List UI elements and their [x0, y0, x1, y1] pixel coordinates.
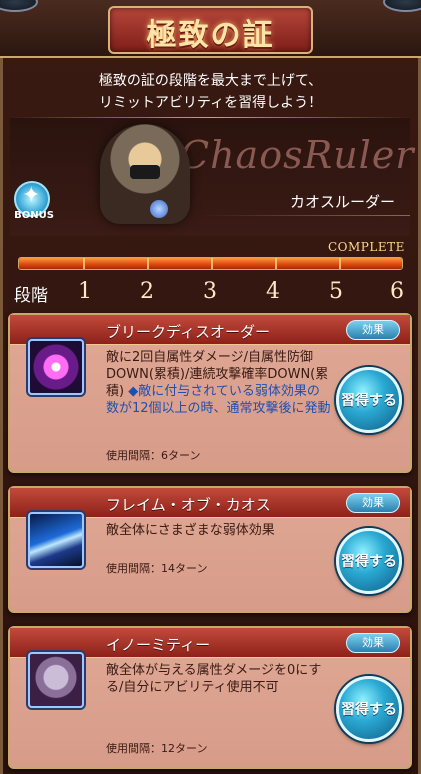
page-title: 極致の証	[146, 18, 275, 53]
breach-icon[interactable]	[28, 339, 84, 395]
ability-description-text: 敵全体が与える属性ダメージを0にする/自分にアビリティ使用不可	[106, 663, 322, 695]
bonus-star-icon: ✦	[22, 183, 41, 208]
hero-script-name: ChaosRuler	[180, 133, 415, 177]
intro-line-1: 極致の証の段階を最大まで上げて、	[98, 73, 323, 89]
intro-text: 極致の証の段階を最大まで上げて、 リミットアビリティを習得しよう！	[0, 70, 421, 114]
effect-button[interactable]: 効果	[346, 633, 400, 653]
ornament-left-icon	[0, 0, 38, 12]
name-divider	[200, 215, 410, 216]
character-orb-icon	[150, 200, 168, 218]
stage-number: 6	[390, 279, 404, 304]
stage-number: 4	[266, 279, 280, 304]
ability-cooldown: 使用間隔：14ターン	[106, 562, 208, 575]
character-mask-icon	[130, 165, 160, 179]
ability-name: フレイム・オブ・カオス	[106, 496, 271, 514]
effect-button[interactable]: 効果	[346, 493, 400, 513]
learn-button[interactable]: 習得する	[336, 676, 402, 742]
intro-line-2: リミットアビリティを習得しよう！	[98, 95, 323, 111]
stage-number: 2	[140, 279, 154, 304]
ability-description: 敵全体にさまざまな弱体効果	[106, 522, 332, 539]
complete-label: COMPLETE	[328, 240, 405, 254]
learn-button[interactable]: 習得する	[336, 367, 402, 433]
progress-tick	[275, 258, 277, 269]
ability-condition-text: ◆敵に付与されている弱体効果の数が12個以上の時、通常攻撃後に発動	[106, 384, 331, 416]
ability-description: 敵に2回自属性ダメージ/自属性防御DOWN(累積)/連続攻撃確率DOWN(累積)…	[106, 349, 332, 417]
progress-tick	[83, 258, 85, 269]
progress-tick	[211, 258, 213, 269]
skull-icon[interactable]	[28, 652, 84, 708]
learn-button[interactable]: 習得する	[336, 528, 402, 594]
stage-number: 3	[203, 279, 217, 304]
ability-cooldown: 使用間隔：12ターン	[106, 742, 208, 755]
stage-number: 5	[329, 279, 343, 304]
progress-tick	[339, 258, 341, 269]
effect-button[interactable]: 効果	[346, 320, 400, 340]
ability-description: 敵全体が与える属性ダメージを0にする/自分にアビリティ使用不可	[106, 662, 332, 696]
flame-icon[interactable]	[28, 512, 84, 568]
bonus-label: BONUS	[14, 210, 54, 221]
ability-card: フレイム・オブ・カオス 効果 敵全体にさまざまな弱体効果 使用間隔：14ターン …	[8, 486, 412, 613]
ability-cooldown: 使用間隔：6ターン	[106, 449, 201, 462]
ornament-right-icon	[383, 0, 421, 12]
ability-name: ブリークディスオーダー	[106, 323, 270, 341]
stage-label: 段階	[14, 286, 48, 306]
stage-number: 1	[78, 279, 92, 304]
ability-card: イノーミティー 効果 敵全体が与える属性ダメージを0にする/自分にアビリティ使用…	[8, 626, 412, 769]
progress-tick	[147, 258, 149, 269]
character-name: カオスルーダー	[290, 193, 396, 211]
stage-progress-bar	[18, 257, 403, 270]
ability-description-text: 敵全体にさまざまな弱体効果	[106, 523, 275, 538]
ability-card: ブリークディスオーダー 効果 敵に2回自属性ダメージ/自属性防御DOWN(累積)…	[8, 313, 412, 473]
ability-name: イノーミティー	[106, 636, 211, 654]
